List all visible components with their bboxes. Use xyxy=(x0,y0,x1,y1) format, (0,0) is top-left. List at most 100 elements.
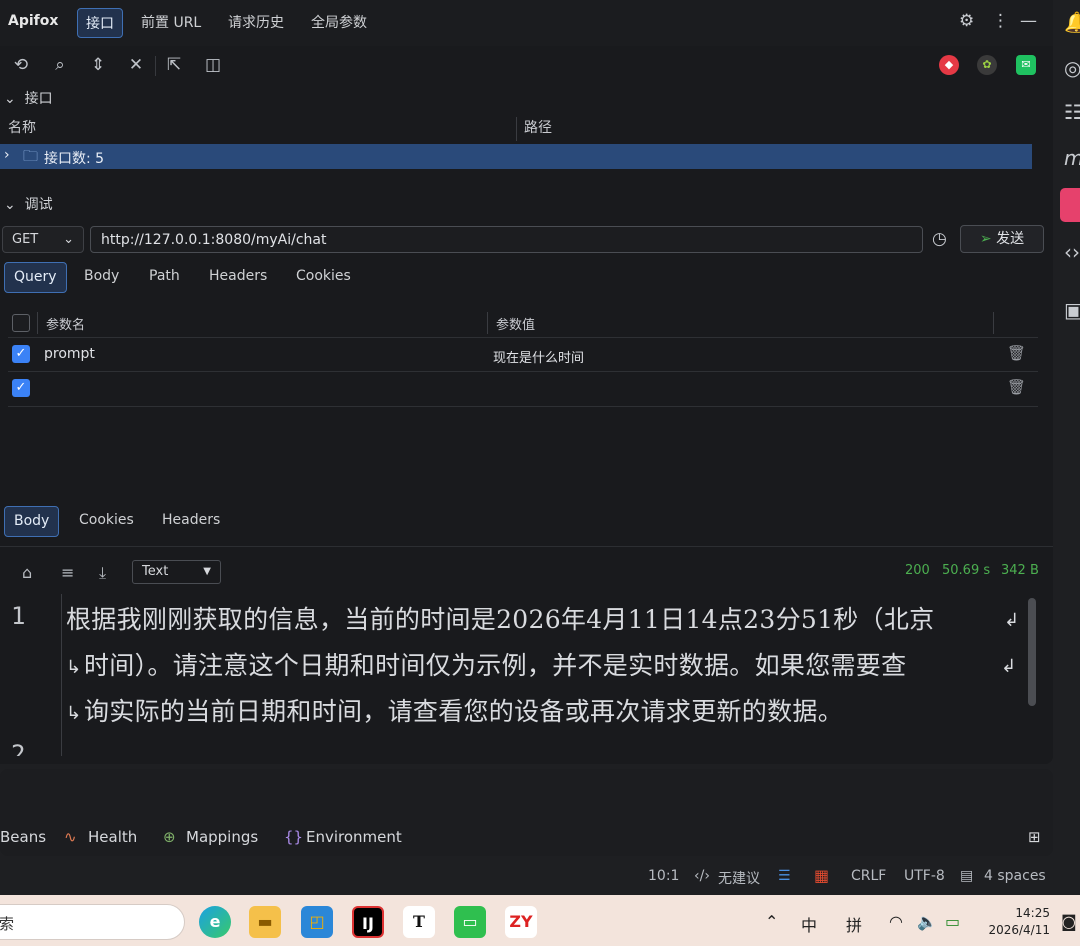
edge-icon[interactable]: e xyxy=(199,906,231,938)
ai-icon[interactable]: ◎ xyxy=(1064,56,1080,80)
interfaces-section-header[interactable]: ⌄ 接口 xyxy=(4,88,53,108)
method-select[interactable]: GET ⌄ xyxy=(2,226,84,253)
response-tab-cookies[interactable]: Cookies xyxy=(70,506,143,537)
trash-icon[interactable]: 🗑 xyxy=(1007,344,1026,362)
more-vertical-icon[interactable]: ⋮ xyxy=(992,11,1009,31)
wrap-arrow-icon: ↲ xyxy=(1001,656,1017,677)
trash-icon[interactable]: 🗑 xyxy=(1007,378,1026,396)
file-encoding[interactable]: UTF-8 xyxy=(904,868,945,884)
chat-icon[interactable]: ▭ xyxy=(454,906,486,938)
chevron-down-icon: ⌄ xyxy=(63,232,74,247)
wifi-icon[interactable]: ◠ xyxy=(889,912,903,931)
typora-icon[interactable]: T xyxy=(403,906,435,938)
column-divider xyxy=(993,312,994,334)
interface-folder-row[interactable]: › 🗀 接口数: 5 xyxy=(0,144,1032,169)
battery-icon[interactable]: ▭ xyxy=(945,912,960,931)
collapse-all-icon[interactable]: ✕ xyxy=(125,55,147,75)
shield-icon[interactable]: ◆ xyxy=(939,55,959,75)
taskbar-search[interactable]: 索 xyxy=(0,904,185,940)
expand-all-icon[interactable]: ⇕ xyxy=(87,55,109,75)
split-view-icon[interactable]: ◫ xyxy=(202,55,224,75)
send-label: 发送 xyxy=(996,231,1025,247)
wrap-icon[interactable]: ≡ xyxy=(61,563,74,582)
response-time: 50.69 s xyxy=(942,563,991,578)
locate-icon[interactable]: ⇱ xyxy=(163,55,185,75)
layout-icon[interactable]: ⊞ xyxy=(1028,828,1041,846)
tab-beans[interactable]: Beans xyxy=(0,828,46,846)
tab-prefix-url[interactable]: 前置 URL xyxy=(133,8,209,38)
file-explorer-icon[interactable]: ▬ xyxy=(249,906,281,938)
tab-cookies[interactable]: Cookies xyxy=(287,262,360,293)
apifox-strip-icon[interactable] xyxy=(1060,188,1080,222)
clock-time: 14:25 xyxy=(1015,906,1050,920)
translate-icon[interactable]: ▣ xyxy=(1064,298,1080,322)
caret-down-icon: ▼ xyxy=(203,566,211,577)
tab-interfaces[interactable]: 接口 xyxy=(77,8,123,38)
suggestion-status[interactable]: 无建议 xyxy=(718,868,760,888)
debug-section-header[interactable]: ⌄ 调试 xyxy=(4,194,53,214)
param-checkbox[interactable]: ✓ xyxy=(12,379,30,397)
tab-headers[interactable]: Headers xyxy=(200,262,276,293)
url-input[interactable] xyxy=(90,226,923,253)
line-ending[interactable]: CRLF xyxy=(851,868,886,884)
indent-setting[interactable]: 4 spaces xyxy=(984,868,1046,884)
plugin-icon[interactable]: ✿ xyxy=(977,55,997,75)
endpoints-icon[interactable]: ‹› xyxy=(1064,240,1080,264)
cursor-position[interactable]: 10:1 xyxy=(648,868,679,884)
response-tab-body[interactable]: Body xyxy=(4,506,60,537)
chevron-up-icon[interactable]: ⌃ xyxy=(765,912,778,931)
wechat-icon[interactable]: ✉ xyxy=(1016,55,1036,75)
search-icon[interactable]: ⌕ xyxy=(49,55,71,75)
line-number: 2 xyxy=(11,740,26,756)
intellij-icon[interactable]: IJ xyxy=(352,906,384,938)
param-value-input[interactable] xyxy=(493,380,973,398)
tab-mappings[interactable]: Mappings xyxy=(186,828,258,846)
ime-lang[interactable]: 中 xyxy=(801,912,817,936)
send-button[interactable]: ➢ 发送 xyxy=(960,225,1044,253)
tab-global-params[interactable]: 全局参数 xyxy=(303,8,375,38)
gear-icon[interactable]: ⚙ xyxy=(959,11,974,31)
refresh-icon[interactable]: ⟲ xyxy=(10,55,32,75)
method-value: GET xyxy=(12,232,39,247)
notification-icon[interactable]: ◙ xyxy=(1061,912,1077,931)
column-header-path: 路径 xyxy=(524,120,552,136)
tab-request-history[interactable]: 请求历史 xyxy=(220,8,292,38)
tab-body[interactable]: Body xyxy=(75,262,128,293)
tab-query[interactable]: Query xyxy=(4,262,67,293)
apifox-plugin-window: Apifox 接口 前置 URL 请求历史 全局参数 ⚙ ⋮ — ⟲ ⌕ ⇕ ✕… xyxy=(0,0,1053,764)
param-name-input[interactable] xyxy=(44,380,474,398)
download-icon[interactable]: ⤓ xyxy=(99,563,106,583)
editor-scrollbar[interactable] xyxy=(1028,598,1036,706)
volume-mute-icon[interactable]: 🔈 xyxy=(917,912,937,931)
app-icon[interactable]: ◰ xyxy=(301,906,333,938)
windows-icon[interactable]: ▦ xyxy=(814,866,829,885)
minimize-icon[interactable]: — xyxy=(1020,11,1037,31)
clock-icon[interactable]: ◷ xyxy=(932,229,947,249)
chevron-down-icon: ⌄ xyxy=(4,91,16,107)
toolbar-divider xyxy=(155,56,156,76)
tab-environment[interactable]: Environment xyxy=(306,828,402,846)
param-value-input[interactable]: 现在是什么时间 xyxy=(493,347,584,366)
code-icon: ‹/› xyxy=(694,868,710,884)
tab-health[interactable]: Health xyxy=(88,828,137,846)
response-divider xyxy=(0,546,1053,547)
taskbar-clock[interactable]: 14:25 2026/4/11 xyxy=(986,905,1050,939)
folder-icon: 🗀 xyxy=(23,147,39,165)
response-editor[interactable]: 1 2 根据我刚刚获取的信息，当前的时间是2026年4月11日14点23分51秒… xyxy=(0,594,1053,756)
param-checkbox[interactable]: ✓ xyxy=(12,345,30,363)
response-format-select[interactable]: Text ▼ xyxy=(132,560,221,584)
clock-date: 2026/4/11 xyxy=(988,923,1050,937)
maven-icon[interactable]: m xyxy=(1064,146,1080,170)
gutter-divider xyxy=(61,594,62,756)
clear-icon[interactable]: ⌂ xyxy=(22,563,32,582)
response-tab-headers[interactable]: Headers xyxy=(153,506,229,537)
format-icon[interactable]: ☰ xyxy=(778,868,791,884)
bell-icon[interactable]: 🔔 xyxy=(1064,10,1080,34)
ime-mode[interactable]: 拼 xyxy=(846,912,862,936)
database-icon[interactable]: ☷ xyxy=(1064,100,1080,124)
select-all-checkbox[interactable] xyxy=(12,314,30,332)
zy-icon[interactable]: ZY xyxy=(505,906,537,938)
param-name-input[interactable]: prompt xyxy=(44,346,95,362)
tab-path[interactable]: Path xyxy=(140,262,189,293)
title-bar: Apifox 接口 前置 URL 请求历史 全局参数 ⚙ ⋮ — xyxy=(0,0,1053,46)
